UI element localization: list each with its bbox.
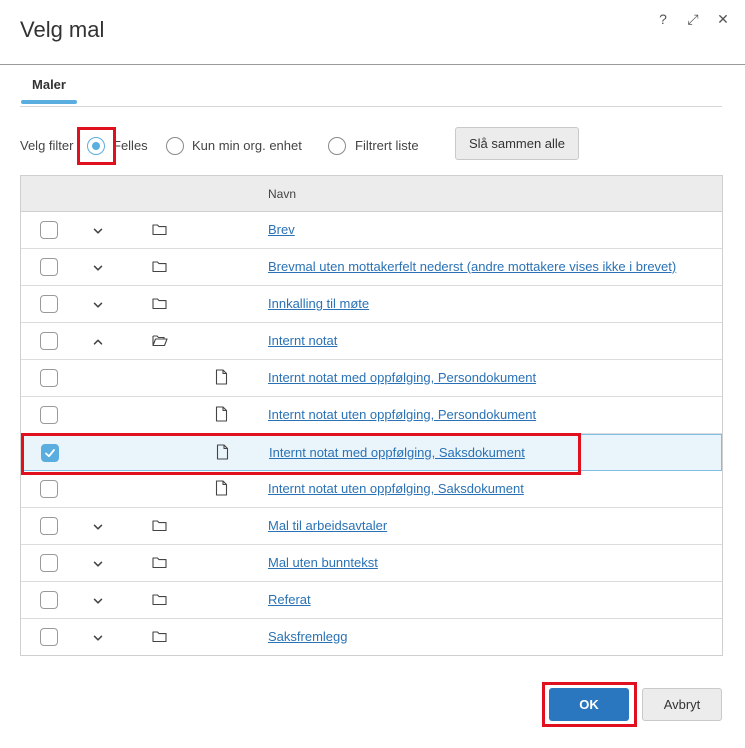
template-link[interactable]: Internt notat uten oppfølging, Persondok… [268, 407, 536, 422]
template-link[interactable]: Internt notat med oppfølging, Persondoku… [268, 370, 536, 385]
template-link[interactable]: Internt notat [268, 333, 337, 348]
table-row[interactable]: Saksfremlegg [21, 619, 722, 656]
row-checkbox[interactable] [41, 444, 59, 462]
folder-icon [152, 297, 167, 310]
tab-divider [20, 106, 722, 107]
radio-felles-label[interactable]: Felles [113, 138, 148, 153]
help-icon[interactable]: ? [655, 10, 671, 28]
table-row[interactable]: Mal til arbeidsavtaler [21, 508, 722, 545]
header-divider [0, 64, 745, 65]
radio-felles[interactable] [87, 137, 105, 155]
file-icon [215, 406, 228, 422]
file-icon [215, 369, 228, 385]
table-row[interactable]: Internt notat uten oppfølging, Saksdokum… [21, 471, 722, 508]
row-checkbox[interactable] [40, 554, 58, 572]
tab-active-indicator [21, 100, 77, 104]
folder-icon [152, 223, 167, 236]
row-checkbox[interactable] [40, 332, 58, 350]
folder-icon [152, 556, 167, 569]
filter-label: Velg filter [20, 138, 74, 153]
row-checkbox[interactable] [40, 369, 58, 387]
template-link[interactable]: Mal uten bunntekst [268, 555, 378, 570]
table-row[interactable]: Internt notat [21, 323, 722, 360]
table-row[interactable]: Brev [21, 212, 722, 249]
radio-filtrert-liste[interactable] [328, 137, 346, 155]
table-row[interactable]: Internt notat med oppfølging, Persondoku… [21, 360, 722, 397]
table-row[interactable]: Internt notat med oppfølging, Saksdokume… [21, 434, 722, 471]
ok-button[interactable]: OK [549, 688, 629, 721]
chevron-up-icon[interactable] [92, 335, 104, 347]
merge-all-button[interactable]: Slå sammen alle [455, 127, 579, 160]
chevron-down-icon[interactable] [92, 261, 104, 273]
row-checkbox[interactable] [40, 258, 58, 276]
template-link[interactable]: Brevmal uten mottakerfelt nederst (andre… [268, 259, 676, 274]
folder-icon [152, 630, 167, 643]
maximize-icon[interactable]: ⤢ [685, 10, 701, 28]
folder-icon [152, 260, 167, 273]
radio-kun-min-org-enhet[interactable] [166, 137, 184, 155]
folder-open-icon [152, 334, 168, 347]
chevron-down-icon[interactable] [92, 594, 104, 606]
template-link[interactable]: Saksfremlegg [268, 629, 347, 644]
close-icon[interactable]: ✕ [715, 10, 731, 28]
row-checkbox[interactable] [40, 591, 58, 609]
template-link[interactable]: Referat [268, 592, 311, 607]
table-row[interactable]: Referat [21, 582, 722, 619]
table-row[interactable]: Brevmal uten mottakerfelt nederst (andre… [21, 249, 722, 286]
check-icon [45, 449, 55, 458]
column-header-navn: Navn [268, 187, 297, 201]
table-header: Navn [21, 176, 722, 212]
file-icon [215, 480, 228, 496]
radio-filtrert-liste-label[interactable]: Filtrert liste [355, 138, 419, 153]
template-link[interactable]: Brev [268, 222, 295, 237]
chevron-down-icon[interactable] [92, 557, 104, 569]
row-checkbox[interactable] [40, 295, 58, 313]
row-checkbox[interactable] [40, 406, 58, 424]
cancel-button[interactable]: Avbryt [642, 688, 722, 721]
chevron-down-icon[interactable] [92, 224, 104, 236]
folder-icon [152, 519, 167, 532]
template-link[interactable]: Innkalling til møte [268, 296, 369, 311]
chevron-down-icon[interactable] [92, 298, 104, 310]
tab-maler[interactable]: Maler [22, 77, 76, 92]
table-row[interactable]: Internt notat uten oppfølging, Persondok… [21, 397, 722, 434]
row-checkbox[interactable] [40, 480, 58, 498]
template-link[interactable]: Internt notat med oppfølging, Saksdokume… [269, 445, 525, 460]
template-link[interactable]: Mal til arbeidsavtaler [268, 518, 387, 533]
row-checkbox[interactable] [40, 517, 58, 535]
window-controls: ? ⤢ ✕ [655, 10, 731, 28]
dialog-title: Velg mal [20, 17, 105, 42]
folder-icon [152, 593, 167, 606]
template-link[interactable]: Internt notat uten oppfølging, Saksdokum… [268, 481, 524, 496]
radio-kun-min-org-enhet-label[interactable]: Kun min org. enhet [192, 138, 302, 153]
table-row[interactable]: Innkalling til møte [21, 286, 722, 323]
file-icon [216, 444, 229, 460]
templates-table: Navn Brev Brevmal uten mottakerfelt neder… [20, 175, 723, 656]
row-checkbox[interactable] [40, 221, 58, 239]
chevron-down-icon[interactable] [92, 631, 104, 643]
table-row[interactable]: Mal uten bunntekst [21, 545, 722, 582]
chevron-down-icon[interactable] [92, 520, 104, 532]
row-checkbox[interactable] [40, 628, 58, 646]
